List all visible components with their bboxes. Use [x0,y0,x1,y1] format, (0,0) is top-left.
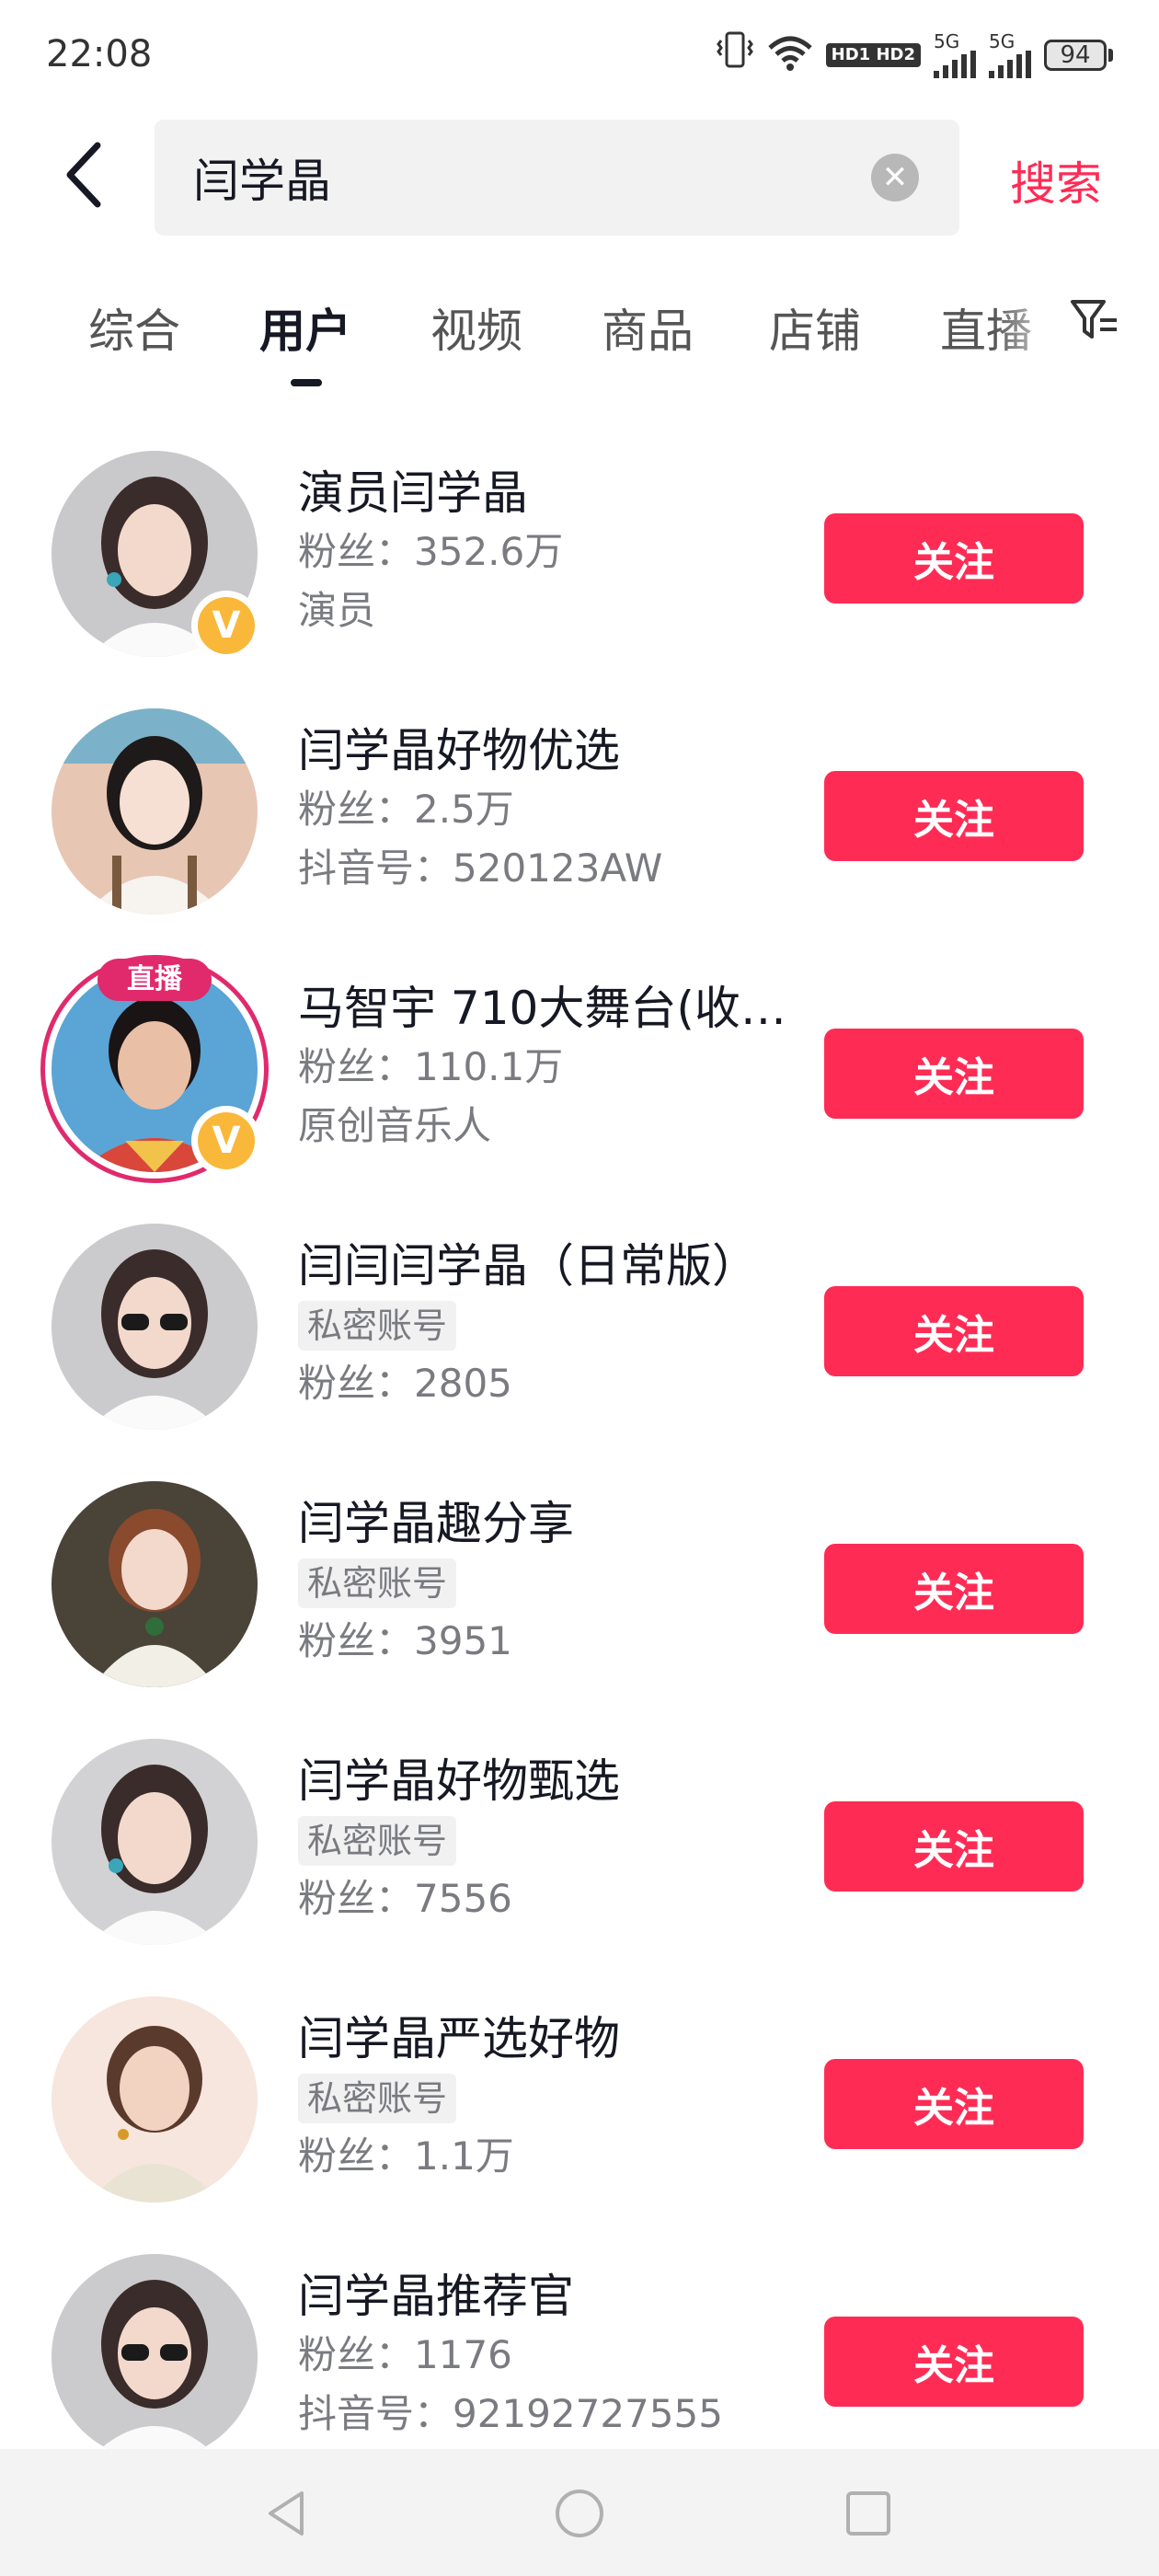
vibrate-icon [716,29,754,80]
square-recents-icon [846,2491,890,2536]
status-bar: 22:08 HD1 HD2 5G 5G 94 [0,0,1159,110]
triangle-back-icon [269,2491,304,2536]
user-row[interactable]: 闫闫闫学晶（日常版） 私密账号 粉丝：2805 关注 [0,1224,1159,1481]
tab-shops[interactable]: 店铺 [769,294,861,361]
search-input[interactable] [193,151,837,204]
user-info: 闫学晶好物优选 粉丝：2.5万 抖音号：520123AW [298,721,795,898]
status-icons: HD1 HD2 5G 5G 94 [716,29,1113,80]
private-account-tag: 私密账号 [298,1558,457,1608]
avatar[interactable] [52,1481,258,1687]
user-subtitle: 原创音乐人 [298,1103,492,1148]
user-row[interactable]: 直播 V 马智宇 710大舞台(收… 粉丝：110.1万 原创音乐人 关注 [0,955,1159,1224]
follow-button[interactable]: 关注 [824,1286,1084,1376]
user-row[interactable]: 闫学晶趣分享 私密账号 粉丝：3951 关注 [0,1481,1159,1739]
user-row[interactable]: V 演员闫学晶 粉丝：352.6万 演员 关注 [0,451,1159,708]
private-account-tag: 私密账号 [298,1816,457,1866]
verified-badge-icon: V [191,1106,261,1176]
verified-badge-icon: V [191,591,261,661]
user-info: 闫学晶严选好物 私密账号 粉丝：1.1万 [298,2009,795,2186]
user-row[interactable]: 闫学晶严选好物 私密账号 粉丝：1.1万 关注 [0,1996,1159,2254]
follow-button[interactable]: 关注 [824,1801,1084,1892]
fans-count: 粉丝：7556 [298,1876,512,1921]
close-icon: ✕ [881,159,909,196]
fans-count: 粉丝：110.1万 [298,1044,564,1089]
follow-button[interactable]: 关注 [824,2317,1084,2407]
fans-count: 粉丝：3951 [298,1618,512,1663]
user-info: 闫学晶趣分享 私密账号 粉丝：3951 [298,1494,795,1671]
fans-count: 粉丝：1.1万 [298,2133,514,2179]
result-tabs: 综合 用户 视频 商品 店铺 直播 [0,276,1159,396]
wifi-icon [767,35,813,75]
user-name: 演员闫学晶 [298,466,528,520]
avatar[interactable] [52,1224,258,1430]
user-name: 闫学晶好物甄选 [298,1754,620,1808]
follow-button[interactable]: 关注 [824,2059,1084,2149]
user-name: 闫学晶严选好物 [298,2012,620,2065]
private-account-tag: 私密账号 [298,1301,457,1351]
back-button[interactable] [57,138,112,212]
user-info: 闫学晶好物甄选 私密账号 粉丝：7556 [298,1752,795,1928]
user-name: 马智宇 710大舞台(收… [298,982,786,1035]
search-button[interactable]: 搜索 [1010,147,1102,213]
nav-back-button[interactable] [258,2484,316,2543]
signal-icon-1: 5G [934,32,976,78]
follow-button[interactable]: 关注 [824,771,1084,861]
user-info: 闫闫闫学晶（日常版） 私密账号 粉丝：2805 [298,1236,795,1413]
avatar[interactable] [52,1996,258,2202]
user-name: 闫闫闫学晶（日常版） [298,1239,758,1293]
nav-recents-button[interactable] [839,2484,898,2543]
user-name: 闫学晶好物优选 [298,724,620,777]
filter-icon [1071,300,1117,339]
filter-button[interactable] [1067,293,1122,348]
system-nav-bar [0,2449,1159,2576]
user-info: 演员闫学晶 粉丝：352.6万 演员 [298,464,795,640]
circle-home-icon [556,2490,603,2537]
fans-count: 粉丝：352.6万 [298,529,564,574]
user-result-list: V 演员闫学晶 粉丝：352.6万 演员 关注 闫学晶好物优选 粉丝：2.5万 … [0,451,1159,2512]
battery-icon: 94 [1044,39,1113,71]
douyin-id: 抖音号：92192727555 [298,2391,723,2436]
user-subtitle: 演员 [298,588,376,633]
user-name: 闫学晶趣分享 [298,1497,574,1550]
fans-count: 粉丝：1176 [298,2332,512,2377]
avatar[interactable] [52,2254,258,2460]
chevron-left-icon [66,142,101,208]
fans-count: 粉丝：2.5万 [298,787,514,832]
tab-videos[interactable]: 视频 [430,294,522,361]
nav-home-button[interactable] [550,2484,609,2543]
tab-products[interactable]: 商品 [602,294,694,361]
clear-search-button[interactable]: ✕ [871,154,919,201]
fans-count: 粉丝：2805 [298,1361,512,1406]
user-info: 马智宇 710大舞台(收… 粉丝：110.1万 原创音乐人 [298,979,795,1156]
active-tab-indicator [291,379,322,386]
user-name: 闫学晶推荐官 [298,2270,574,2323]
user-row[interactable]: 闫学晶好物甄选 私密账号 粉丝：7556 关注 [0,1739,1159,1996]
hd-icon: HD1 HD2 [825,42,921,67]
tab-comprehensive[interactable]: 综合 [88,294,180,361]
follow-button[interactable]: 关注 [824,1544,1084,1634]
avatar[interactable] [52,1739,258,1945]
user-info: 闫学晶推荐官 粉丝：1176 抖音号：92192727555 [298,2267,795,2444]
live-tag: 直播 [98,959,212,1001]
follow-button[interactable]: 关注 [824,513,1084,604]
status-time: 22:08 [46,33,153,75]
signal-icon-2: 5G [989,32,1031,78]
tabs-fade [993,276,1067,368]
douyin-id: 抖音号：520123AW [298,845,663,891]
follow-button[interactable]: 关注 [824,1029,1084,1119]
search-box[interactable]: ✕ [155,120,959,236]
private-account-tag: 私密账号 [298,2074,457,2123]
tab-users[interactable]: 用户 [259,294,351,361]
user-row[interactable]: 闫学晶好物优选 粉丝：2.5万 抖音号：520123AW 关注 [0,708,1159,966]
avatar[interactable] [52,708,258,914]
